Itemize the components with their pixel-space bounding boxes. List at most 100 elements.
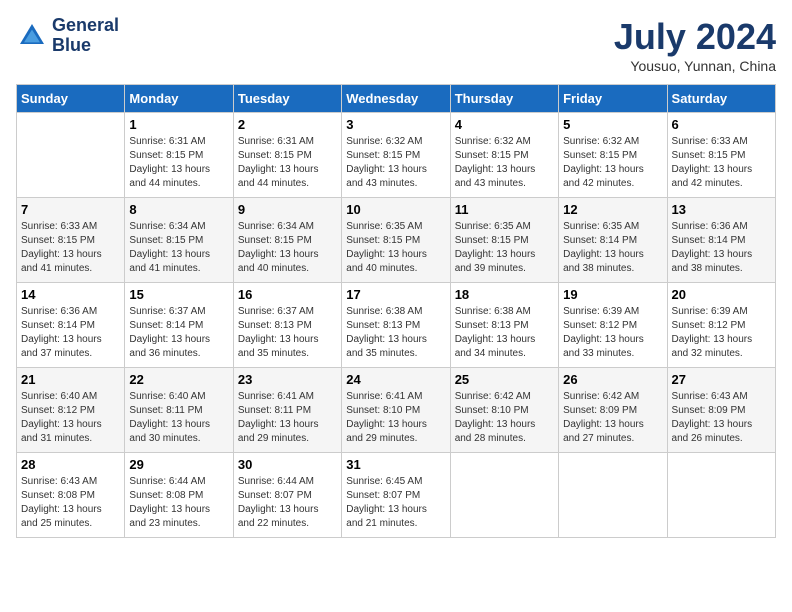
col-header-monday: Monday — [125, 85, 233, 113]
day-info: Sunrise: 6:32 AMSunset: 8:15 PMDaylight:… — [455, 135, 554, 191]
day-info: Sunrise: 6:31 AMSunset: 8:15 PMDaylight:… — [129, 135, 228, 191]
day-info: Sunrise: 6:33 AMSunset: 8:15 PMDaylight:… — [672, 135, 771, 191]
day-cell: 10 Sunrise: 6:35 AMSunset: 8:15 PMDayligh… — [342, 198, 450, 283]
day-info: Sunrise: 6:43 AMSunset: 8:09 PMDaylight:… — [672, 390, 771, 446]
day-cell — [17, 113, 125, 198]
day-cell: 1 Sunrise: 6:31 AMSunset: 8:15 PMDaylight… — [125, 113, 233, 198]
day-cell: 30 Sunrise: 6:44 AMSunset: 8:07 PMDayligh… — [233, 453, 341, 538]
day-number: 22 — [129, 372, 228, 387]
day-number: 17 — [346, 287, 445, 302]
day-cell: 8Sunrise: 6:34 AMSunset: 8:15 PMDaylight… — [125, 198, 233, 283]
day-number: 16 — [238, 287, 337, 302]
day-cell: 14 Sunrise: 6:36 AMSunset: 8:14 PMDayligh… — [17, 283, 125, 368]
day-cell: 31Sunrise: 6:45 AMSunset: 8:07 PMDayligh… — [342, 453, 450, 538]
location: Yousuo, Yunnan, China — [614, 58, 776, 74]
day-info: Sunrise: 6:42 AMSunset: 8:09 PMDaylight:… — [563, 390, 662, 446]
title-area: July 2024 Yousuo, Yunnan, China — [614, 16, 776, 74]
day-number: 14 — [21, 287, 120, 302]
day-number: 13 — [672, 202, 771, 217]
week-row-3: 14 Sunrise: 6:36 AMSunset: 8:14 PMDayligh… — [17, 283, 776, 368]
day-info: Sunrise: 6:45 AMSunset: 8:07 PMDaylight:… — [346, 475, 445, 531]
day-info: Sunrise: 6:40 AMSunset: 8:11 PMDaylight:… — [129, 390, 228, 446]
logo-icon — [16, 20, 48, 52]
week-row-2: 7 Sunrise: 6:33 AMSunset: 8:15 PMDaylight… — [17, 198, 776, 283]
day-number: 4 — [455, 117, 554, 132]
day-cell: 25Sunrise: 6:42 AMSunset: 8:10 PMDayligh… — [450, 368, 558, 453]
day-info: Sunrise: 6:42 AMSunset: 8:10 PMDaylight:… — [455, 390, 554, 446]
day-info: Sunrise: 6:44 AMSunset: 8:07 PMDaylight:… — [238, 475, 337, 531]
day-cell: 7 Sunrise: 6:33 AMSunset: 8:15 PMDaylight… — [17, 198, 125, 283]
day-number: 28 — [21, 457, 120, 472]
day-cell: 26 Sunrise: 6:42 AMSunset: 8:09 PMDayligh… — [559, 368, 667, 453]
calendar-table: SundayMondayTuesdayWednesdayThursdayFrid… — [16, 84, 776, 538]
day-number: 10 — [346, 202, 445, 217]
day-info: Sunrise: 6:38 AMSunset: 8:13 PMDaylight:… — [346, 305, 445, 361]
page-header: General Blue July 2024 Yousuo, Yunnan, C… — [16, 16, 776, 74]
day-info: Sunrise: 6:31 AMSunset: 8:15 PMDaylight:… — [238, 135, 337, 191]
day-number: 11 — [455, 202, 554, 217]
header-row: SundayMondayTuesdayWednesdayThursdayFrid… — [17, 85, 776, 113]
day-info: Sunrise: 6:33 AMSunset: 8:15 PMDaylight:… — [21, 220, 120, 276]
day-cell: 28 Sunrise: 6:43 AMSunset: 8:08 PMDayligh… — [17, 453, 125, 538]
day-number: 23 — [238, 372, 337, 387]
day-cell: 2 Sunrise: 6:31 AMSunset: 8:15 PMDaylight… — [233, 113, 341, 198]
day-info: Sunrise: 6:44 AMSunset: 8:08 PMDaylight:… — [129, 475, 228, 531]
day-number: 9 — [238, 202, 337, 217]
day-info: Sunrise: 6:32 AMSunset: 8:15 PMDaylight:… — [563, 135, 662, 191]
col-header-saturday: Saturday — [667, 85, 775, 113]
day-info: Sunrise: 6:37 AMSunset: 8:13 PMDaylight:… — [238, 305, 337, 361]
day-cell: 17 Sunrise: 6:38 AMSunset: 8:13 PMDayligh… — [342, 283, 450, 368]
day-info: Sunrise: 6:41 AMSunset: 8:11 PMDaylight:… — [238, 390, 337, 446]
week-row-1: 1 Sunrise: 6:31 AMSunset: 8:15 PMDaylight… — [17, 113, 776, 198]
day-cell: 24 Sunrise: 6:41 AMSunset: 8:10 PMDayligh… — [342, 368, 450, 453]
day-cell: 22 Sunrise: 6:40 AMSunset: 8:11 PMDayligh… — [125, 368, 233, 453]
day-cell: 29Sunrise: 6:44 AMSunset: 8:08 PMDayligh… — [125, 453, 233, 538]
day-cell: 9 Sunrise: 6:34 AMSunset: 8:15 PMDaylight… — [233, 198, 341, 283]
day-cell — [450, 453, 558, 538]
day-cell: 5 Sunrise: 6:32 AMSunset: 8:15 PMDaylight… — [559, 113, 667, 198]
day-info: Sunrise: 6:32 AMSunset: 8:15 PMDaylight:… — [346, 135, 445, 191]
day-number: 7 — [21, 202, 120, 217]
day-number: 5 — [563, 117, 662, 132]
day-info: Sunrise: 6:41 AMSunset: 8:10 PMDaylight:… — [346, 390, 445, 446]
day-info: Sunrise: 6:39 AMSunset: 8:12 PMDaylight:… — [672, 305, 771, 361]
day-number: 1 — [129, 117, 228, 132]
day-info: Sunrise: 6:35 AMSunset: 8:14 PMDaylight:… — [563, 220, 662, 276]
day-number: 12 — [563, 202, 662, 217]
month-title: July 2024 — [614, 16, 776, 58]
day-number: 30 — [238, 457, 337, 472]
day-info: Sunrise: 6:40 AMSunset: 8:12 PMDaylight:… — [21, 390, 120, 446]
day-number: 24 — [346, 372, 445, 387]
col-header-tuesday: Tuesday — [233, 85, 341, 113]
day-number: 15 — [129, 287, 228, 302]
day-info: Sunrise: 6:35 AMSunset: 8:15 PMDaylight:… — [455, 220, 554, 276]
week-row-4: 21 Sunrise: 6:40 AMSunset: 8:12 PMDayligh… — [17, 368, 776, 453]
day-cell: 13Sunrise: 6:36 AMSunset: 8:14 PMDayligh… — [667, 198, 775, 283]
day-number: 19 — [563, 287, 662, 302]
day-info: Sunrise: 6:39 AMSunset: 8:12 PMDaylight:… — [563, 305, 662, 361]
day-number: 20 — [672, 287, 771, 302]
day-info: Sunrise: 6:36 AMSunset: 8:14 PMDaylight:… — [21, 305, 120, 361]
day-cell: 16 Sunrise: 6:37 AMSunset: 8:13 PMDayligh… — [233, 283, 341, 368]
day-cell: 18 Sunrise: 6:38 AMSunset: 8:13 PMDayligh… — [450, 283, 558, 368]
day-number: 21 — [21, 372, 120, 387]
day-cell: 3 Sunrise: 6:32 AMSunset: 8:15 PMDaylight… — [342, 113, 450, 198]
logo-text: General Blue — [52, 16, 119, 56]
day-info: Sunrise: 6:35 AMSunset: 8:15 PMDaylight:… — [346, 220, 445, 276]
day-info: Sunrise: 6:38 AMSunset: 8:13 PMDaylight:… — [455, 305, 554, 361]
day-cell: 23 Sunrise: 6:41 AMSunset: 8:11 PMDayligh… — [233, 368, 341, 453]
day-number: 2 — [238, 117, 337, 132]
day-number: 26 — [563, 372, 662, 387]
day-number: 18 — [455, 287, 554, 302]
col-header-wednesday: Wednesday — [342, 85, 450, 113]
logo: General Blue — [16, 16, 119, 56]
day-cell: 21 Sunrise: 6:40 AMSunset: 8:12 PMDayligh… — [17, 368, 125, 453]
day-info: Sunrise: 6:34 AMSunset: 8:15 PMDaylight:… — [238, 220, 337, 276]
day-info: Sunrise: 6:43 AMSunset: 8:08 PMDaylight:… — [21, 475, 120, 531]
day-cell: 27Sunrise: 6:43 AMSunset: 8:09 PMDayligh… — [667, 368, 775, 453]
day-number: 3 — [346, 117, 445, 132]
week-row-5: 28 Sunrise: 6:43 AMSunset: 8:08 PMDayligh… — [17, 453, 776, 538]
day-cell: 20 Sunrise: 6:39 AMSunset: 8:12 PMDayligh… — [667, 283, 775, 368]
col-header-friday: Friday — [559, 85, 667, 113]
day-cell: 15Sunrise: 6:37 AMSunset: 8:14 PMDayligh… — [125, 283, 233, 368]
